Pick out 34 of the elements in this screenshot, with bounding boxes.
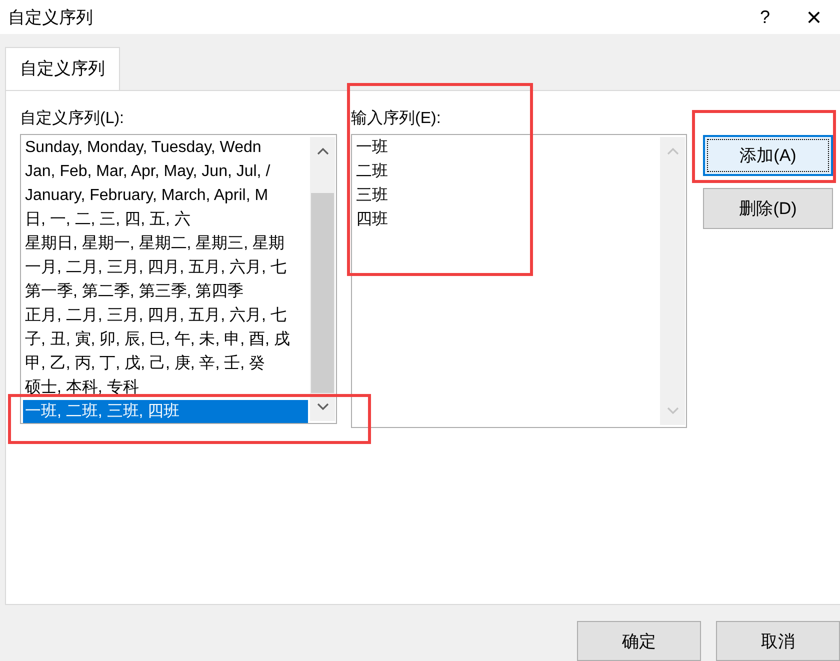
scroll-thumb[interactable] — [311, 193, 334, 393]
custom-list-box[interactable] — [20, 134, 337, 424]
delete-button[interactable]: 删除(D) — [703, 188, 833, 229]
entries-text-area[interactable]: 一班 二班 三班 四班 — [351, 134, 687, 428]
cancel-button[interactable]: 取消 — [716, 621, 840, 661]
scrollbar[interactable] — [310, 137, 335, 421]
list-item[interactable]: 甲, 乙, 丙, 丁, 戊, 己, 庚, 辛, 壬, 癸 — [23, 352, 308, 376]
list-item[interactable]: 硕士, 本科, 专科 — [23, 376, 308, 400]
list-item[interactable]: 一班, 二班, 三班, 四班 — [23, 400, 308, 423]
list-item[interactable]: Jan, Feb, Mar, Apr, May, Jun, Jul, / — [23, 160, 308, 184]
close-button[interactable]: × — [788, 0, 840, 34]
scroll-down-icon[interactable] — [316, 403, 328, 411]
entry-line: 三班 — [355, 186, 389, 206]
list-item[interactable]: 一月, 二月, 三月, 四月, 五月, 六月, 七 — [23, 256, 308, 280]
list-item[interactable]: 第一季, 第二季, 第三季, 第四季 — [23, 280, 308, 304]
list-item[interactable]: 子, 丑, 寅, 卯, 辰, 巳, 午, 未, 申, 酉, 戌 — [23, 328, 308, 352]
entry-line: 一班 — [355, 138, 389, 158]
list-item[interactable]: January, February, March, April, M — [23, 184, 308, 208]
list-item[interactable]: 日, 一, 二, 三, 四, 五, 六 — [23, 208, 308, 232]
tab[interactable]: 自定义序列 — [5, 47, 120, 90]
list-item[interactable]: 正月, 二月, 三月, 四月, 五月, 六月, 七 — [23, 304, 308, 328]
list-item[interactable]: Sunday, Monday, Tuesday, Wedn — [23, 136, 308, 160]
entry-line: 四班 — [355, 210, 389, 230]
field-label: 输入序列(E): — [351, 108, 442, 129]
ok-button[interactable]: 确定 — [577, 621, 701, 661]
scroll-down-icon — [666, 407, 678, 415]
field-label: 自定义序列(L): — [20, 108, 125, 129]
entry-line: 二班 — [355, 162, 389, 182]
add-button[interactable]: 添加(A) — [703, 135, 833, 176]
window-title: 自定义序列 — [8, 6, 93, 28]
scroll-up-icon — [666, 147, 678, 155]
scroll-up-icon[interactable] — [316, 147, 328, 155]
help-button[interactable]: ? — [742, 0, 788, 34]
list-item[interactable]: 星期日, 星期一, 星期二, 星期三, 星期 — [23, 232, 308, 256]
